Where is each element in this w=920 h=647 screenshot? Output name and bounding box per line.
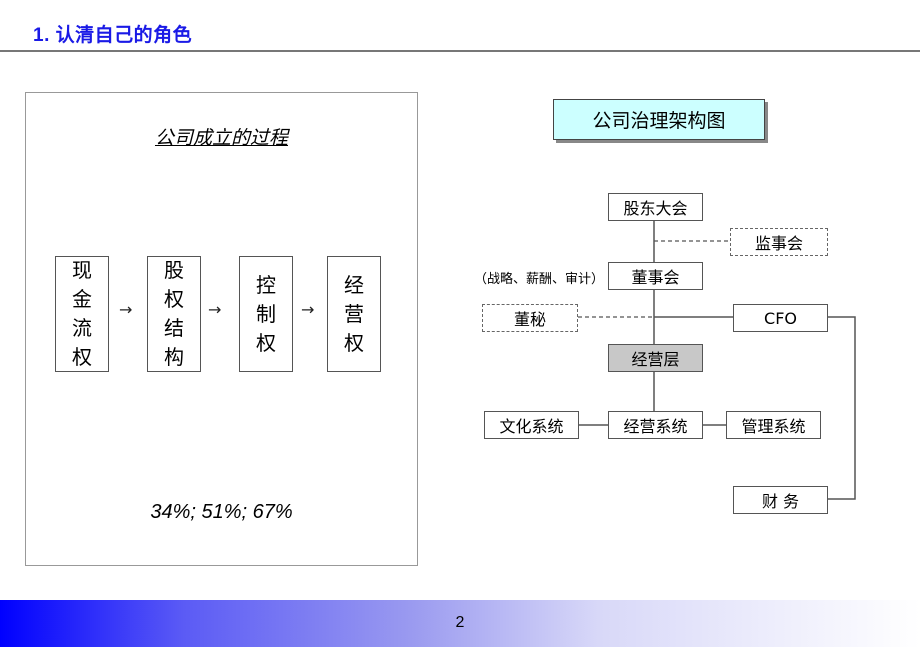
node-board-of-directors: 董事会	[608, 262, 703, 290]
flow-box-cashflow-rights: 现金流权	[55, 256, 109, 372]
board-committees-note: （战略、薪酬、审计）	[474, 272, 605, 287]
node-management: 经营层	[608, 344, 703, 372]
ownership-thresholds: 34%; 51%; 67%	[150, 501, 293, 523]
flow-arrow: →	[119, 300, 133, 319]
node-board-secretary: 董秘	[482, 304, 578, 332]
node-cfo: CFO	[733, 304, 828, 332]
node-admin-system: 管理系统	[726, 411, 821, 439]
flow-box-operating-rights: 经营权	[327, 256, 381, 372]
node-finance: 财 务	[733, 486, 828, 514]
node-operation-system: 经营系统	[608, 411, 703, 439]
node-supervisory-board: 监事会	[730, 228, 828, 256]
node-shareholders-meeting: 股东大会	[608, 193, 703, 221]
slide-title: 1. 认清自己的角色	[33, 25, 193, 46]
node-culture-system: 文化系统	[484, 411, 579, 439]
title-divider	[0, 50, 920, 52]
page-number: 2	[455, 614, 465, 631]
footer-gradient-bar: 2	[0, 600, 920, 647]
flow-box-control-rights: 控制权	[239, 256, 293, 372]
company-formation-panel: 公司成立的过程 现金流权 → 股权结构 → 控制权 → 经营权 34%; 51%…	[25, 92, 418, 566]
panel-heading: 公司成立的过程	[154, 127, 288, 149]
connector-cfo-finance	[828, 316, 856, 500]
flow-arrow: →	[301, 300, 315, 319]
org-chart-title: 公司治理架构图	[553, 99, 765, 140]
flow-arrow: →	[208, 300, 222, 319]
flow-box-equity-structure: 股权结构	[147, 256, 201, 372]
